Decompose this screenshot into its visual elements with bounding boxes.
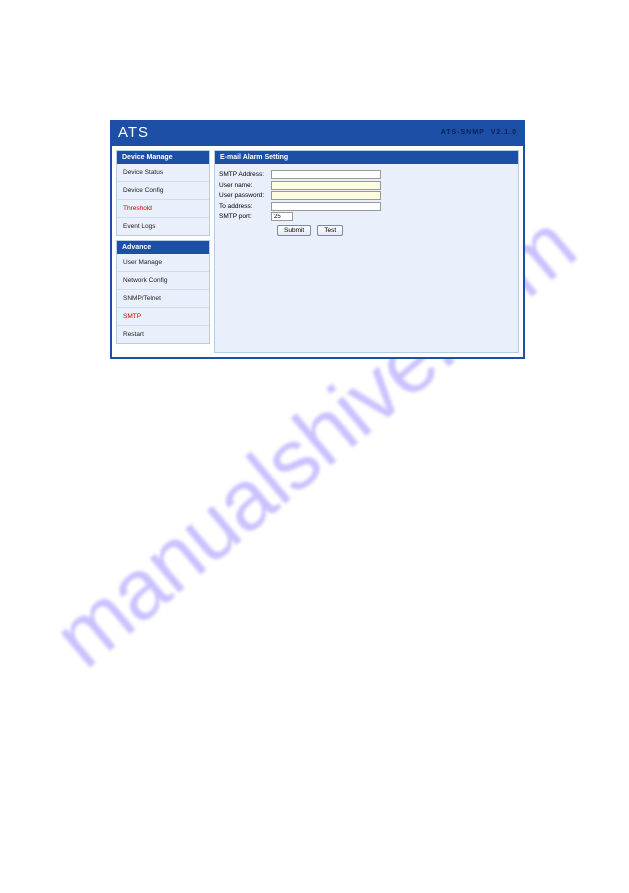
input-smtp-address[interactable] xyxy=(271,170,381,179)
label-user-password: User password: xyxy=(219,192,271,199)
input-smtp-port[interactable] xyxy=(271,212,293,221)
label-to-address: To address: xyxy=(219,203,271,210)
submit-button[interactable]: Submit xyxy=(277,225,311,236)
nav-advance: Advance User Manage Network Config SNMP/… xyxy=(116,240,210,344)
nav-item-threshold[interactable]: Threshold xyxy=(117,200,209,218)
nav-item-device-config[interactable]: Device Config xyxy=(117,182,209,200)
row-to-address: To address: xyxy=(219,202,514,211)
nav-item-restart[interactable]: Restart xyxy=(117,326,209,343)
label-smtp-port: SMTP port: xyxy=(219,213,271,220)
row-smtp-address: SMTP Address: xyxy=(219,170,514,179)
brand-title: ATS xyxy=(118,124,149,141)
nav-heading-advance: Advance xyxy=(117,241,209,254)
row-user-password: User password: xyxy=(219,191,514,200)
nav-item-device-status[interactable]: Device Status xyxy=(117,164,209,182)
version-label: V2.1.0 xyxy=(491,129,517,136)
title-bar: ATS ATS-SNMP V2.1.0 xyxy=(110,120,525,144)
sidebar: Device Manage Device Status Device Confi… xyxy=(116,150,210,353)
nav-item-network-config[interactable]: Network Config xyxy=(117,272,209,290)
row-smtp-port: SMTP port: xyxy=(219,212,514,221)
model-label: ATS-SNMP xyxy=(441,129,485,136)
test-button[interactable]: Test xyxy=(317,225,343,236)
nav-device-manage: Device Manage Device Status Device Confi… xyxy=(116,150,210,236)
label-user-name: User name: xyxy=(219,182,271,189)
nav-item-smtp[interactable]: SMTP xyxy=(117,308,209,326)
button-row: Submit Test xyxy=(277,225,514,236)
panel-heading: E-mail Alarm Setting xyxy=(215,151,518,164)
label-smtp-address: SMTP Address: xyxy=(219,171,271,178)
nav-item-user-manage[interactable]: User Manage xyxy=(117,254,209,272)
app-window: ATS ATS-SNMP V2.1.0 Device Manage Device… xyxy=(110,120,525,359)
nav-heading-device-manage: Device Manage xyxy=(117,151,209,164)
content-panel: E-mail Alarm Setting SMTP Address: User … xyxy=(214,150,519,353)
input-to-address[interactable] xyxy=(271,202,381,211)
panel-body: SMTP Address: User name: User password: … xyxy=(215,164,518,352)
input-user-name[interactable] xyxy=(271,181,381,190)
nav-item-event-logs[interactable]: Event Logs xyxy=(117,218,209,235)
row-user-name: User name: xyxy=(219,181,514,190)
nav-item-snmp-telnet[interactable]: SNMP/Telnet xyxy=(117,290,209,308)
input-user-password[interactable] xyxy=(271,191,381,200)
